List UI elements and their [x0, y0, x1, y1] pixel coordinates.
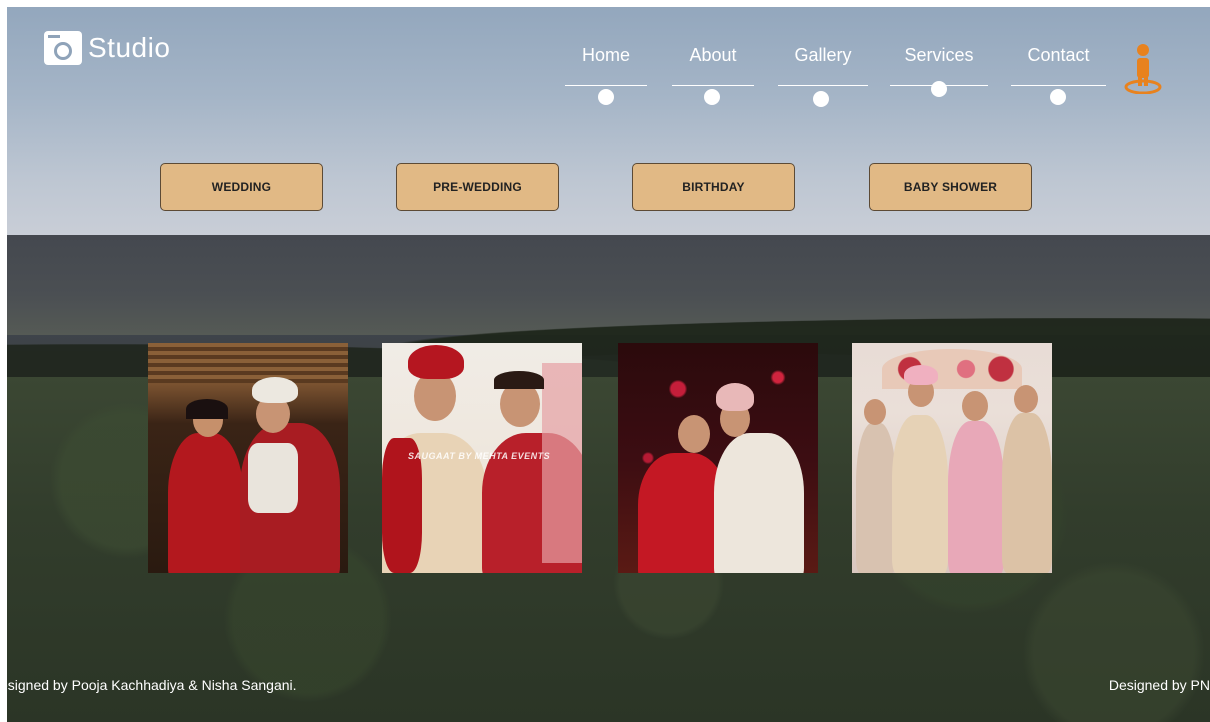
footer-credits-right: Designed by PN [1108, 677, 1210, 693]
nav-label: Gallery [794, 45, 852, 65]
category-pre-wedding-button[interactable]: PRE-WEDDING [396, 163, 559, 211]
nav-label: Contact [1027, 45, 1090, 65]
brand-logo[interactable]: Studio [44, 31, 170, 65]
footer-credits-left: esigned by Pooja Kachhadiya & Nisha Sang… [0, 677, 297, 693]
nav-item-gallery[interactable]: Gallery [778, 45, 868, 107]
nav-dot [813, 91, 829, 107]
nav-label: Services [904, 45, 974, 65]
gallery-photo[interactable]: SAUGAAT BY MEHTA EVENTS [382, 343, 582, 573]
nav-label: Home [581, 45, 630, 65]
gallery-photo[interactable] [148, 343, 348, 573]
nav-dot [931, 81, 947, 97]
main-nav: Home About Gallery Services Contact [555, 45, 1115, 107]
photo-watermark: SAUGAAT BY MEHTA EVENTS [408, 451, 551, 461]
gallery-photo[interactable] [618, 343, 818, 573]
nav-dot [704, 89, 720, 105]
category-baby-shower-button[interactable]: BABY SHOWER [869, 163, 1032, 211]
nav-dot [598, 89, 614, 105]
brand-name: Studio [88, 32, 171, 63]
nav-dot [1050, 89, 1066, 105]
gallery-photo[interactable] [852, 343, 1052, 573]
nav-label: About [689, 45, 737, 65]
category-birthday-button[interactable]: BIRTHDAY [632, 163, 795, 211]
nav-item-contact[interactable]: Contact [1011, 45, 1106, 105]
nav-item-about[interactable]: About [672, 45, 754, 105]
person-location-icon[interactable] [1123, 42, 1163, 94]
category-wedding-button[interactable]: WEDDING [160, 163, 323, 211]
nav-item-services[interactable]: Services [890, 45, 988, 97]
camera-icon [44, 31, 82, 65]
nav-item-home[interactable]: Home [565, 45, 647, 105]
